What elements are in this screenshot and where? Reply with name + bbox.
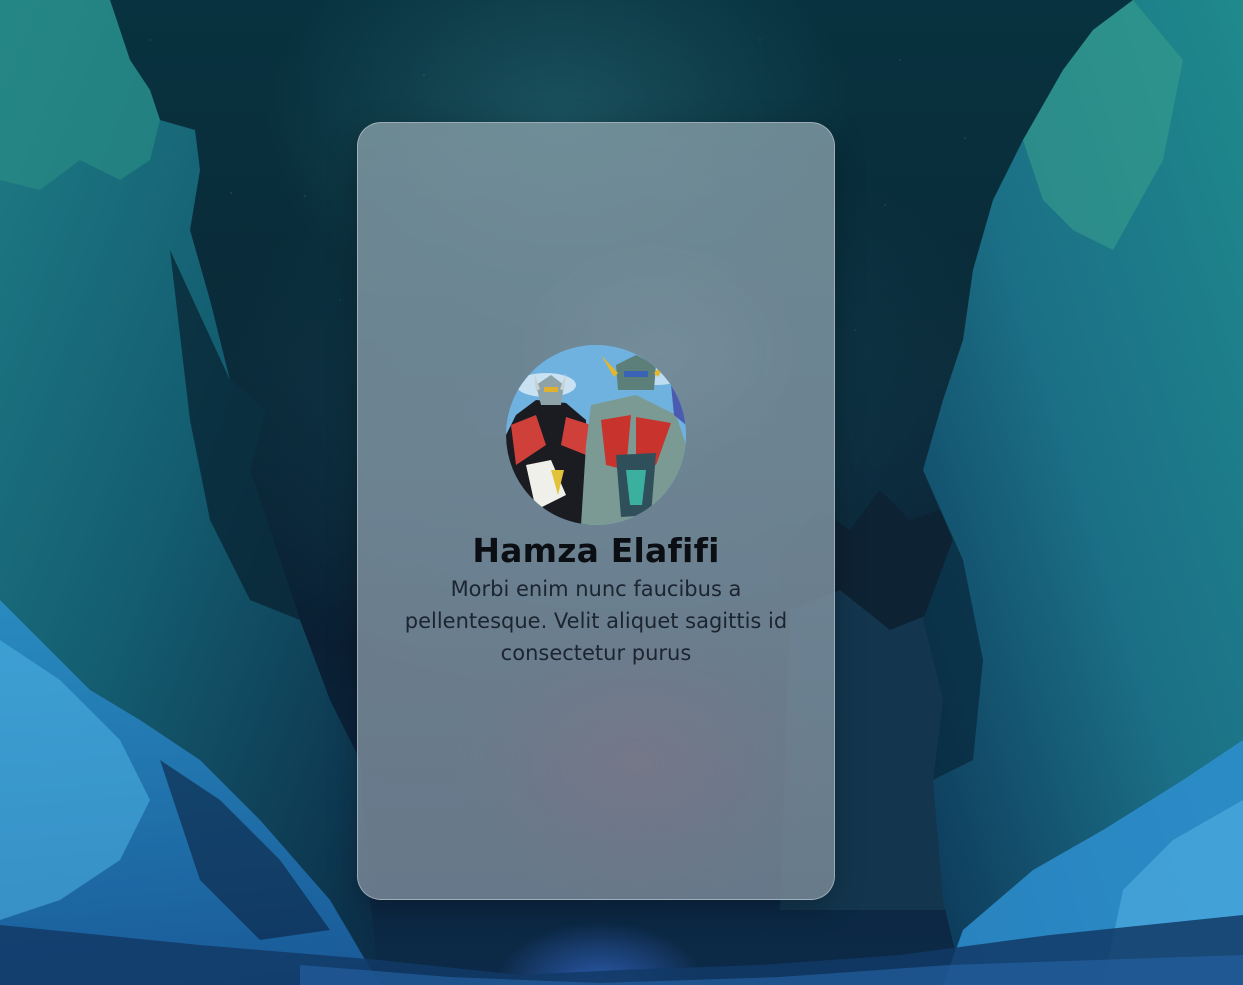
background-scene: Hamza Elafifi Morbi enim nunc faucibus a…	[0, 0, 1243, 985]
profile-card: Hamza Elafifi Morbi enim nunc faucibus a…	[357, 122, 835, 900]
right-cliff-image	[923, 0, 1243, 985]
profile-avatar	[506, 345, 686, 525]
robot-avatar-icon	[506, 345, 686, 525]
profile-name: Hamza Elafifi	[472, 531, 720, 570]
left-cliff-image	[0, 0, 380, 985]
profile-bio: Morbi enim nunc faucibus a pellentesque.…	[404, 577, 788, 665]
